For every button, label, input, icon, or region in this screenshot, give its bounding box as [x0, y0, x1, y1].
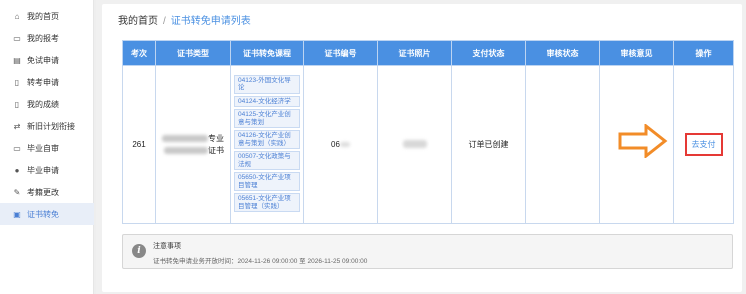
sidebar-item-label: 新旧计划衔接 [27, 121, 75, 131]
edit-icon: ✎ [13, 187, 21, 197]
folder-icon: ▭ [13, 33, 21, 43]
breadcrumb-separator: / [163, 16, 166, 27]
column-header-review-opinion: 审核意见 [599, 40, 674, 66]
course-tag: 00507-文化政策与法规 [234, 151, 300, 171]
sidebar-item-graduation-apply[interactable]: ● 毕业申请 [0, 159, 94, 181]
cell-payment-status: 订单已创建 [451, 65, 526, 224]
sidebar-item-exemption[interactable]: ▤ 免试申请 [0, 49, 94, 71]
sidebar-item-label: 免试申请 [27, 55, 59, 65]
cell-courses: 04123-外国文化导论 04124-文化经济学 04125-文化产业创意与策划… [230, 65, 304, 224]
info-icon: i [132, 244, 146, 258]
main-content: 我的首页 / 证书转免申请列表 考次 证书类型 证书转免课程 证书编号 证书照片… [96, 0, 746, 294]
report-icon: ▯ [14, 99, 20, 109]
redacted-text [339, 142, 350, 148]
sidebar-item-label: 我的成绩 [27, 99, 59, 109]
home-icon: ⌂ [14, 11, 20, 21]
swap-icon: ⇄ [13, 121, 21, 131]
sidebar-item-record-change[interactable]: ✎ 考籍更改 [0, 181, 94, 203]
notice-title: 注意事项 [153, 243, 181, 250]
sidebar-item-my-exams[interactable]: ▭ 我的报考 [0, 27, 94, 49]
certificate-icon: ▣ [13, 209, 21, 219]
course-tag: 05650-文化产业项目管理 [234, 172, 300, 192]
sidebar-item-transfer[interactable]: ▯ 转考申请 [0, 71, 94, 93]
breadcrumb: 我的首页 / 证书转免申请列表 [118, 12, 251, 27]
audit-icon: ▭ [13, 143, 21, 153]
column-header-courses: 证书转免课程 [230, 40, 304, 66]
sidebar-item-label: 转考申请 [27, 77, 59, 87]
column-header-cert-type: 证书类型 [155, 40, 231, 66]
cell-review-status [525, 65, 600, 224]
sidebar-item-scores[interactable]: ▯ 我的成绩 [0, 93, 94, 115]
content-panel: 我的首页 / 证书转免申请列表 考次 证书类型 证书转免课程 证书编号 证书照片… [102, 4, 742, 292]
column-header-payment-status: 支付状态 [451, 40, 526, 66]
course-tag: 04123-外国文化导论 [234, 74, 300, 94]
sidebar: ⌂ 我的首页 ▭ 我的报考 ▤ 免试申请 ▯ 转考申请 ▯ 我的成绩 ⇄ 新旧计… [0, 0, 94, 294]
sidebar-item-label: 我的首页 [27, 11, 59, 21]
sidebar-item-label: 证书转免 [27, 209, 59, 219]
column-header-action: 操作 [673, 40, 734, 66]
sidebar-item-plan-transition[interactable]: ⇄ 新旧计划衔接 [0, 115, 94, 137]
cert-type-suffix: 专业 [208, 133, 224, 143]
column-header-exam-session: 考次 [122, 40, 156, 66]
column-header-review-status: 审核状态 [525, 40, 600, 66]
column-header-cert-number: 证书编号 [303, 40, 378, 66]
sidebar-item-graduation-self-audit[interactable]: ▭ 毕业自审 [0, 137, 94, 159]
document-icon: ▯ [14, 77, 20, 87]
cell-action: 去支付 [673, 65, 734, 224]
user-icon: ● [14, 165, 20, 175]
redacted-text [162, 134, 208, 142]
go-pay-button[interactable]: 去支付 [684, 133, 723, 156]
sidebar-item-certificate-exemption[interactable]: ▣ 证书转免 [0, 203, 94, 225]
sidebar-item-label: 毕业申请 [27, 165, 59, 175]
course-tag: 05651-文化产业项目管理（实践） [234, 193, 300, 213]
cert-type-suffix: 证书 [208, 145, 224, 155]
course-tag: 04125-文化产业创意与策划 [234, 109, 300, 129]
breadcrumb-home[interactable]: 我的首页 [118, 16, 158, 27]
cell-cert-type: 专业 证书 [155, 65, 231, 224]
sidebar-item-home[interactable]: ⌂ 我的首页 [0, 5, 94, 27]
cell-cert-number: 06 [303, 65, 378, 224]
sidebar-item-label: 我的报考 [27, 33, 59, 43]
cell-exam-session: 261 [122, 65, 156, 224]
notice-text: 证书转免申请业务开放时间：2024-11-26 09:00:00 至 2026-… [153, 258, 368, 265]
cert-number-prefix: 06 [331, 140, 340, 149]
sidebar-item-label: 毕业自审 [27, 143, 59, 153]
redacted-text [164, 146, 208, 154]
notice-box: i 注意事项 证书转免申请业务开放时间：2024-11-26 09:00:00 … [122, 234, 733, 269]
redacted-photo [402, 139, 427, 148]
course-tag: 04126-文化产业创意与策划（实践） [234, 130, 300, 150]
breadcrumb-current: 证书转免申请列表 [170, 16, 251, 27]
cell-cert-photo [377, 65, 452, 224]
table-header-row: 考次 证书类型 证书转免课程 证书编号 证书照片 支付状态 审核状态 审核意见 … [122, 40, 734, 66]
arrow-right-icon [618, 124, 668, 158]
course-tag: 04124-文化经济学 [234, 95, 300, 108]
sidebar-item-label: 考籍更改 [27, 187, 59, 197]
form-icon: ▤ [13, 55, 21, 65]
column-header-cert-photo: 证书照片 [377, 40, 452, 66]
